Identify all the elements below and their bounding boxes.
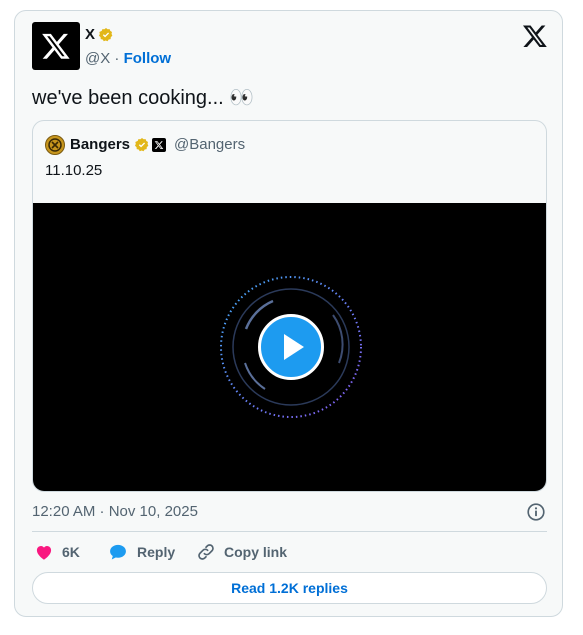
play-icon — [284, 334, 304, 360]
quoted-verified-badge-icon — [135, 138, 149, 152]
x-brand-icon[interactable] — [522, 23, 548, 49]
quoted-tweet-text: 11.10.25 — [45, 162, 103, 179]
verified-badge-icon — [99, 28, 113, 42]
author-name[interactable]: X — [85, 26, 95, 44]
read-replies-button[interactable]: Read 1.2K replies — [32, 572, 547, 604]
copy-link-label: Copy link — [224, 544, 288, 560]
link-icon — [198, 544, 214, 560]
divider — [32, 531, 547, 532]
quoted-author-handle[interactable]: @Bangers — [174, 136, 245, 154]
heart-icon — [36, 546, 52, 560]
author-avatar[interactable] — [32, 22, 80, 70]
reply-button[interactable]: Reply — [107, 542, 175, 562]
reply-label: Reply — [137, 544, 176, 560]
bangers-logo-icon — [48, 138, 62, 152]
separator-dot: · — [114, 50, 120, 67]
quoted-author-name[interactable]: Bangers — [70, 136, 130, 154]
like-button[interactable]: 6K — [34, 542, 80, 562]
play-button[interactable] — [258, 314, 324, 380]
quoted-author-avatar[interactable] — [45, 135, 65, 155]
like-count: 6K — [62, 544, 80, 560]
reply-bubble-icon — [110, 544, 126, 560]
tweet-text: we've been cooking... 👀 — [32, 87, 255, 109]
video-player[interactable] — [33, 203, 546, 491]
copy-link-button[interactable]: Copy link — [196, 542, 287, 562]
author-handle[interactable]: @X — [85, 50, 110, 67]
follow-button[interactable]: Follow — [124, 50, 172, 67]
affiliate-x-badge-icon — [152, 138, 166, 152]
x-logo-icon — [42, 33, 70, 59]
tweet-timestamp[interactable]: 12:20 AM · Nov 10, 2025 — [32, 503, 198, 521]
info-icon[interactable] — [525, 501, 547, 523]
author-handle-row: @X · Follow — [85, 50, 171, 68]
quoted-tweet[interactable]: Bangers @Bangers 11.10.25 — [32, 120, 547, 492]
embedded-tweet-card[interactable]: X @X · Follow we've been cooking... 👀 Ba… — [14, 10, 563, 617]
